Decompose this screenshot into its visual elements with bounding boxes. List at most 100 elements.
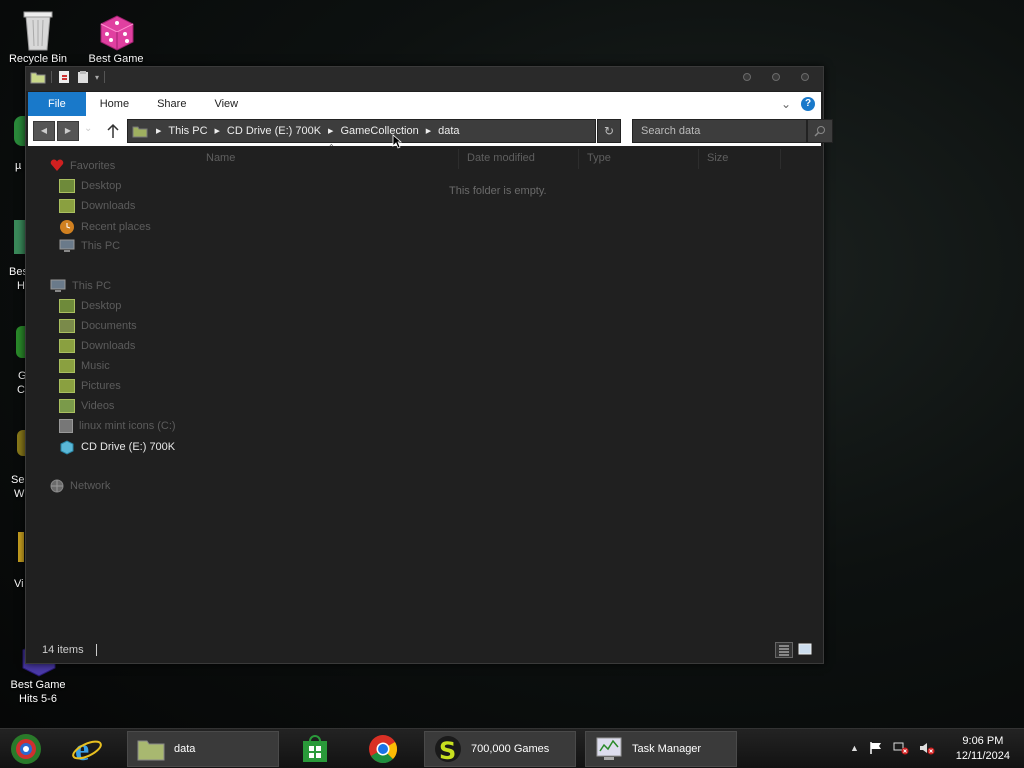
nav-fav-recent-places[interactable]: Recent places [59, 219, 151, 235]
taskbar-chrome[interactable] [367, 731, 399, 767]
column-name[interactable]: Name [206, 152, 235, 164]
back-button[interactable]: ◀ [33, 121, 55, 141]
new-folder-icon[interactable] [76, 70, 90, 84]
cd-drive-icon [60, 440, 74, 455]
store-icon [303, 735, 327, 762]
properties-icon[interactable] [57, 70, 71, 84]
up-arrow-icon[interactable] [106, 123, 120, 139]
network-icon [50, 479, 64, 493]
tab-file[interactable]: File [28, 92, 86, 116]
explorer-window[interactable]: ▾ File Home Share View ⌄ ? ◀ ▶ ⌄ ▶ This … [25, 66, 833, 664]
taskbar-store[interactable] [300, 731, 330, 767]
taskbar-task-manager[interactable]: Task Manager [585, 731, 737, 767]
nav-network[interactable]: Network [50, 479, 110, 493]
column-divider[interactable] [578, 149, 579, 169]
column-divider[interactable] [780, 149, 781, 169]
tab-share[interactable]: Share [143, 92, 200, 116]
breadcrumb-arrow-icon[interactable]: ▶ [215, 127, 220, 135]
close-button[interactable] [801, 73, 809, 81]
navigation-pane: Favorites Desktop Downloads Recent place… [26, 149, 196, 629]
nav-this-pc[interactable]: This PC [50, 279, 111, 293]
nav-pc-downloads[interactable]: Downloads [59, 339, 135, 353]
nav-fav-this-pc[interactable]: This PC [59, 239, 120, 253]
recycle-bin-icon [23, 11, 53, 51]
nav-pc-music-label: Music [81, 360, 110, 372]
tab-home[interactable]: Home [86, 92, 143, 116]
chrome-icon [369, 735, 397, 764]
search-button[interactable] [807, 119, 833, 143]
breadcrumb-data[interactable]: data [438, 125, 459, 137]
maximize-button[interactable] [772, 73, 780, 81]
column-size[interactable]: Size [707, 152, 728, 164]
status-separator [96, 644, 97, 656]
partial-desktop-label: µ [15, 160, 22, 172]
downloads-folder-icon [59, 199, 75, 213]
nav-pc-cd-drive[interactable]: CD Drive (E:) 700K [59, 439, 175, 455]
folder-icon [137, 740, 165, 761]
taskbar-700000-games[interactable]: S 700,000 Games [424, 731, 576, 767]
forward-button[interactable]: ▶ [57, 121, 79, 141]
desktop-folder-icon [59, 299, 75, 313]
best-game-label: Best Game [88, 53, 144, 65]
chevron-down-icon[interactable]: ▾ [95, 73, 99, 82]
taskbar-task-manager-label: Task Manager [632, 743, 702, 755]
action-center-flag-icon[interactable] [869, 741, 883, 755]
quick-access-toolbar: ▾ [30, 70, 106, 84]
column-divider[interactable] [458, 149, 459, 169]
show-hidden-icons-chevron-icon[interactable]: ▲ [850, 743, 859, 753]
nav-fav-desktop[interactable]: Desktop [59, 179, 121, 193]
taskbar-ie[interactable]: e [70, 731, 104, 767]
nav-pc-drive-c[interactable]: linux mint icons (C:) [59, 419, 176, 433]
nav-pc-documents[interactable]: Documents [59, 319, 137, 333]
title-bar[interactable]: ▾ [26, 67, 823, 91]
breadcrumb-cd-drive[interactable]: CD Drive (E:) 700K [227, 125, 321, 137]
expand-ribbon-chevron-icon[interactable]: ⌄ [781, 97, 791, 111]
taskbar-data[interactable]: data [127, 731, 279, 767]
computer-icon [59, 239, 75, 252]
window-controls [743, 73, 809, 81]
column-headers: Name ⌃ Date modified Type Size [198, 143, 822, 169]
network-disconnected-icon[interactable] [893, 741, 909, 755]
empty-folder-message: This folder is empty. [449, 185, 547, 197]
best-game-hits-label: Best Game Hits 5-6 [10, 679, 66, 705]
column-divider[interactable] [698, 149, 699, 169]
start-button[interactable] [8, 731, 44, 767]
breadcrumb-arrow-icon[interactable]: ▶ [156, 127, 161, 135]
partial-desktop-icon[interactable] [17, 430, 25, 456]
breadcrumb-this-pc[interactable]: This PC [168, 125, 207, 137]
nav-fav-downloads[interactable]: Downloads [59, 199, 135, 213]
nav-pc-videos[interactable]: Videos [59, 399, 114, 413]
column-date-modified[interactable]: Date modified [467, 152, 535, 164]
breadcrumb-arrow-icon[interactable]: ▶ [328, 127, 333, 135]
volume-muted-icon[interactable] [919, 741, 935, 755]
nav-pc-drive-c-label: linux mint icons (C:) [79, 420, 176, 432]
pictures-folder-icon [59, 379, 75, 393]
large-icons-view-button[interactable] [797, 642, 815, 658]
clock[interactable]: 9:06 PM 12/11/2024 [956, 734, 1010, 764]
nav-fav-downloads-label: Downloads [81, 200, 136, 212]
nav-favorites[interactable]: Favorites [50, 159, 115, 172]
search-input[interactable]: Search data [632, 119, 807, 143]
partial-desktop-icon[interactable] [18, 532, 24, 562]
tab-view[interactable]: View [200, 92, 252, 116]
breadcrumb-gamecollection[interactable]: GameCollection [340, 125, 418, 137]
address-bar[interactable]: ▶ This PC ▶ CD Drive (E:) 700K ▶ GameCol… [127, 119, 596, 143]
help-icon[interactable]: ? [801, 97, 815, 111]
recent-locations-chevron-icon[interactable]: ⌄ [84, 123, 92, 134]
start-orb-icon [11, 734, 41, 764]
details-view-button[interactable] [775, 642, 793, 658]
minimize-button[interactable] [743, 73, 751, 81]
documents-folder-icon [59, 319, 75, 333]
desktop-icon-best-game[interactable]: Best Game [81, 10, 151, 66]
partial-desktop-label: Se [11, 474, 25, 486]
nav-pc-pictures[interactable]: Pictures [59, 379, 121, 393]
breadcrumb-arrow-icon[interactable]: ▶ [426, 127, 431, 135]
status-bar: 14 items [26, 639, 823, 663]
column-type[interactable]: Type [587, 152, 611, 164]
nav-pc-desktop[interactable]: Desktop [59, 299, 121, 313]
refresh-button[interactable]: ↻ [597, 119, 621, 143]
nav-pc-music[interactable]: Music [59, 359, 110, 373]
videos-folder-icon [59, 399, 75, 413]
desktop-icon-recycle-bin[interactable]: Recycle Bin [3, 8, 73, 66]
folder-icon [30, 72, 46, 84]
